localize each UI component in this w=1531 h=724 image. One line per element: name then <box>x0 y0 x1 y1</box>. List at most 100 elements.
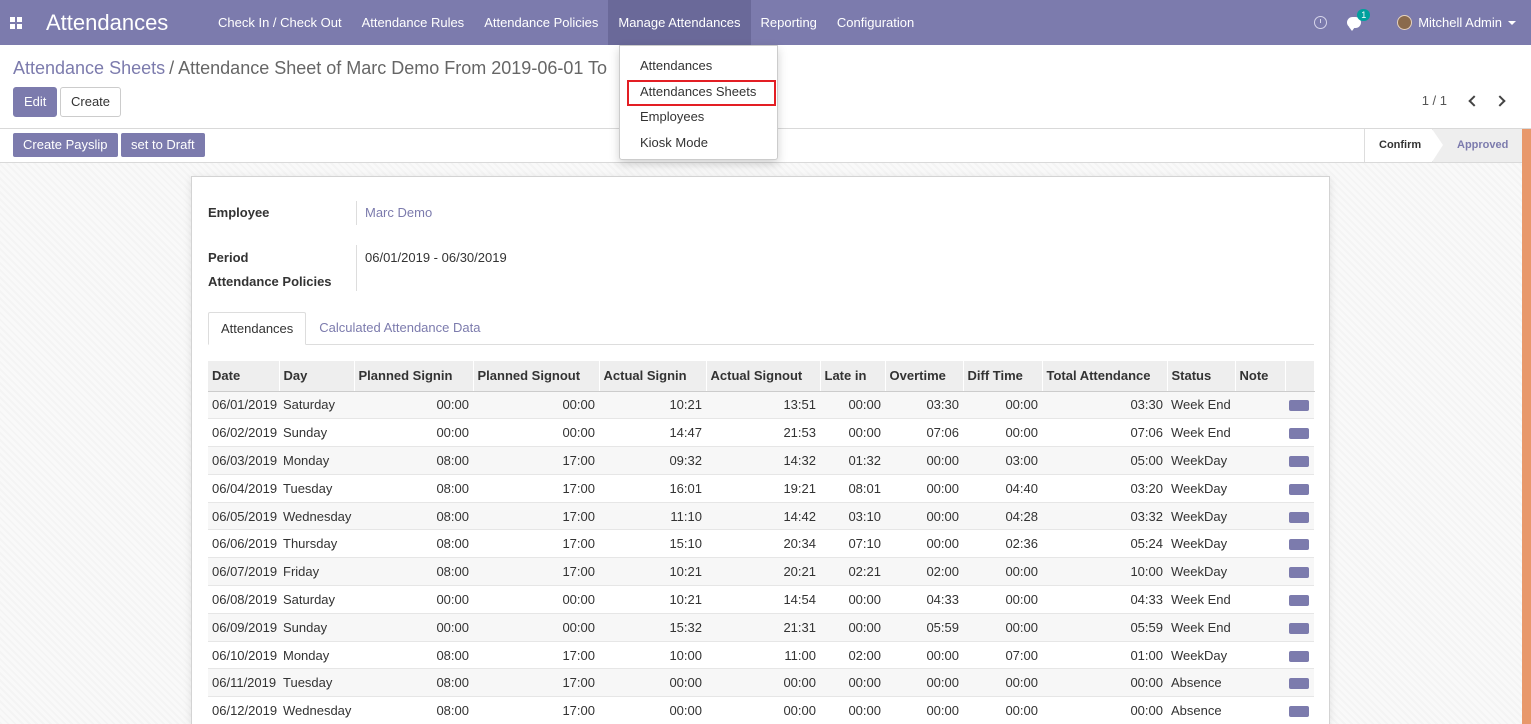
chevron-right-icon[interactable] <box>1494 94 1506 107</box>
dropdown-item-attendances-sheets[interactable]: Attendances Sheets <box>640 84 756 99</box>
menu-attendance-rules[interactable]: Attendance Rules <box>352 0 475 45</box>
user-menu-name[interactable]: Mitchell Admin <box>1418 15 1502 30</box>
note-cell <box>1235 585 1285 614</box>
attendance-table: Date Day Planned Signin Planned Signout … <box>208 361 1315 724</box>
table-cell: 01:00 <box>1042 640 1167 669</box>
row-action-button[interactable] <box>1289 456 1309 468</box>
table-cell: 05:24 <box>1042 529 1167 558</box>
row-action-button[interactable] <box>1289 622 1309 634</box>
table-cell: 17:00 <box>473 668 599 697</box>
table-cell: 06/05/2019 <box>208 501 279 530</box>
stage-confirm[interactable]: Confirm <box>1364 129 1443 162</box>
row-action-button[interactable] <box>1289 483 1309 495</box>
menu-check-in-out[interactable]: Check In / Check Out <box>208 0 352 45</box>
row-action-cell <box>1285 696 1314 724</box>
row-action-button[interactable] <box>1289 511 1309 523</box>
menu-attendance-policies[interactable]: Attendance Policies <box>474 0 608 45</box>
table-cell: 15:10 <box>599 529 706 558</box>
employee-value[interactable]: Marc Demo <box>365 205 432 220</box>
column-header[interactable]: Diff Time <box>963 361 1043 392</box>
table-row[interactable]: 06/06/2019 Thursday 08:00 17:00 15:10 20:34 07… <box>208 529 1314 558</box>
dropdown-item-attendances[interactable]: Attendances <box>640 58 712 73</box>
table-cell: 11:00 <box>706 640 820 669</box>
breadcrumb-separator: / <box>169 58 175 78</box>
table-cell: 03:30 <box>885 390 963 419</box>
row-action-button[interactable] <box>1289 650 1309 662</box>
table-cell: Week End <box>1167 612 1235 642</box>
row-action-button[interactable] <box>1289 595 1309 607</box>
create-payslip-button[interactable]: Create Payslip <box>13 133 118 157</box>
messaging-menu[interactable]: 1 <box>1347 9 1371 31</box>
table-cell: 07:06 <box>885 418 963 447</box>
note-cell <box>1235 529 1285 558</box>
main-menu: Check In / Check Out Attendance Rules At… <box>208 0 924 45</box>
edit-button[interactable]: Edit <box>13 87 58 117</box>
chevron-down-icon[interactable] <box>1508 20 1516 25</box>
table-row[interactable]: 06/09/2019 Sunday 00:00 00:00 15:32 21:31 00:0… <box>208 612 1314 642</box>
column-header[interactable]: Planned Signin <box>354 361 474 392</box>
pager-value[interactable]: 1 / 1 <box>1422 93 1447 108</box>
breadcrumb: Attendance Sheets / Attendance Sheet of Ma… <box>13 58 607 79</box>
field-divider <box>356 201 357 225</box>
table-cell: 07:00 <box>963 640 1042 669</box>
row-action-button[interactable] <box>1289 428 1309 440</box>
row-action-button[interactable] <box>1289 678 1309 690</box>
row-action-button[interactable] <box>1289 706 1309 718</box>
table-cell: 02:00 <box>885 557 963 586</box>
table-row[interactable]: 06/03/2019 Monday 08:00 17:00 09:32 14:32 01:3… <box>208 446 1314 475</box>
apps-menu-icon[interactable] <box>2 0 30 45</box>
dropdown-item-employees[interactable]: Employees <box>640 109 704 124</box>
table-row[interactable]: 06/04/2019 Tuesday 08:00 17:00 16:01 19:21 08:… <box>208 473 1314 503</box>
breadcrumb-parent[interactable]: Attendance Sheets <box>13 58 165 78</box>
create-button[interactable]: Create <box>60 87 122 117</box>
menu-configuration[interactable]: Configuration <box>827 0 924 45</box>
employee-label: Employee <box>208 205 270 220</box>
table-cell: 00:00 <box>473 418 599 447</box>
column-header[interactable]: Date <box>208 361 280 392</box>
row-action-button[interactable] <box>1289 400 1309 412</box>
column-header[interactable]: Day <box>279 361 355 392</box>
table-row[interactable]: 06/07/2019 Friday 08:00 17:00 10:21 20:21 02:2… <box>208 557 1314 586</box>
avatar[interactable] <box>1397 15 1413 30</box>
table-row[interactable]: 06/08/2019 Saturday 00:00 00:00 10:21 14:54 00… <box>208 585 1314 614</box>
chevron-left-icon[interactable] <box>1468 94 1480 107</box>
table-row[interactable]: 06/05/2019 Wednesday 08:00 17:00 11:10 14:42 0… <box>208 501 1314 530</box>
table-cell: 06/12/2019 <box>208 696 279 724</box>
table-cell: 00:00 <box>885 668 963 697</box>
column-header[interactable]: Total Attendance <box>1042 361 1168 392</box>
column-header[interactable]: Actual Signin <box>599 361 707 392</box>
activity-clock-icon[interactable] <box>1314 16 1328 29</box>
menu-reporting[interactable]: Reporting <box>751 0 827 45</box>
table-cell: Thursday <box>279 529 354 558</box>
set-to-draft-button[interactable]: set to Draft <box>121 133 205 157</box>
table-cell: 03:10 <box>820 501 885 530</box>
table-row[interactable]: 06/02/2019 Sunday 00:00 00:00 14:47 21:53 00:0… <box>208 418 1314 447</box>
table-cell: WeekDay <box>1167 557 1235 586</box>
column-header[interactable]: Actual Signout <box>706 361 821 392</box>
table-row[interactable]: 06/12/2019 Wednesday 08:00 17:00 00:00 00:00 0… <box>208 696 1314 724</box>
table-cell: 11:10 <box>599 501 706 530</box>
table-cell: 02:36 <box>963 529 1042 558</box>
dropdown-item-kiosk-mode[interactable]: Kiosk Mode <box>640 135 708 150</box>
column-header[interactable]: Status <box>1167 361 1236 392</box>
table-row[interactable]: 06/01/2019 Saturday 00:00 00:00 10:21 13:51 00… <box>208 390 1314 419</box>
table-cell: 00:00 <box>885 446 963 475</box>
attendance-policies-label: Attendance Policies <box>208 274 332 289</box>
row-action-button[interactable] <box>1289 567 1309 579</box>
column-header[interactable]: Late in <box>820 361 886 392</box>
row-action-cell <box>1285 390 1314 419</box>
tab-calculated-attendance-data[interactable]: Calculated Attendance Data <box>307 312 492 345</box>
column-header[interactable]: Overtime <box>885 361 964 392</box>
menu-manage-attendances[interactable]: Manage Attendances <box>608 0 751 45</box>
note-cell <box>1235 557 1285 586</box>
attendance-table-body: 06/01/2019 Saturday 00:00 00:00 10:21 13:51 00… <box>208 390 1314 724</box>
breadcrumb-current: Attendance Sheet of Marc Demo From 2019-… <box>178 58 608 78</box>
column-header[interactable]: Note <box>1235 361 1286 392</box>
column-header[interactable]: Planned Signout <box>473 361 600 392</box>
table-row[interactable]: 06/11/2019 Tuesday 08:00 17:00 00:00 00:00 00:… <box>208 668 1314 697</box>
row-action-button[interactable] <box>1289 539 1309 551</box>
table-row[interactable]: 06/10/2019 Monday 08:00 17:00 10:00 11:00 02:0… <box>208 640 1314 669</box>
table-cell: 00:00 <box>963 585 1042 614</box>
tab-attendances[interactable]: Attendances <box>208 312 307 345</box>
stage-approved[interactable]: Approved <box>1432 129 1522 162</box>
